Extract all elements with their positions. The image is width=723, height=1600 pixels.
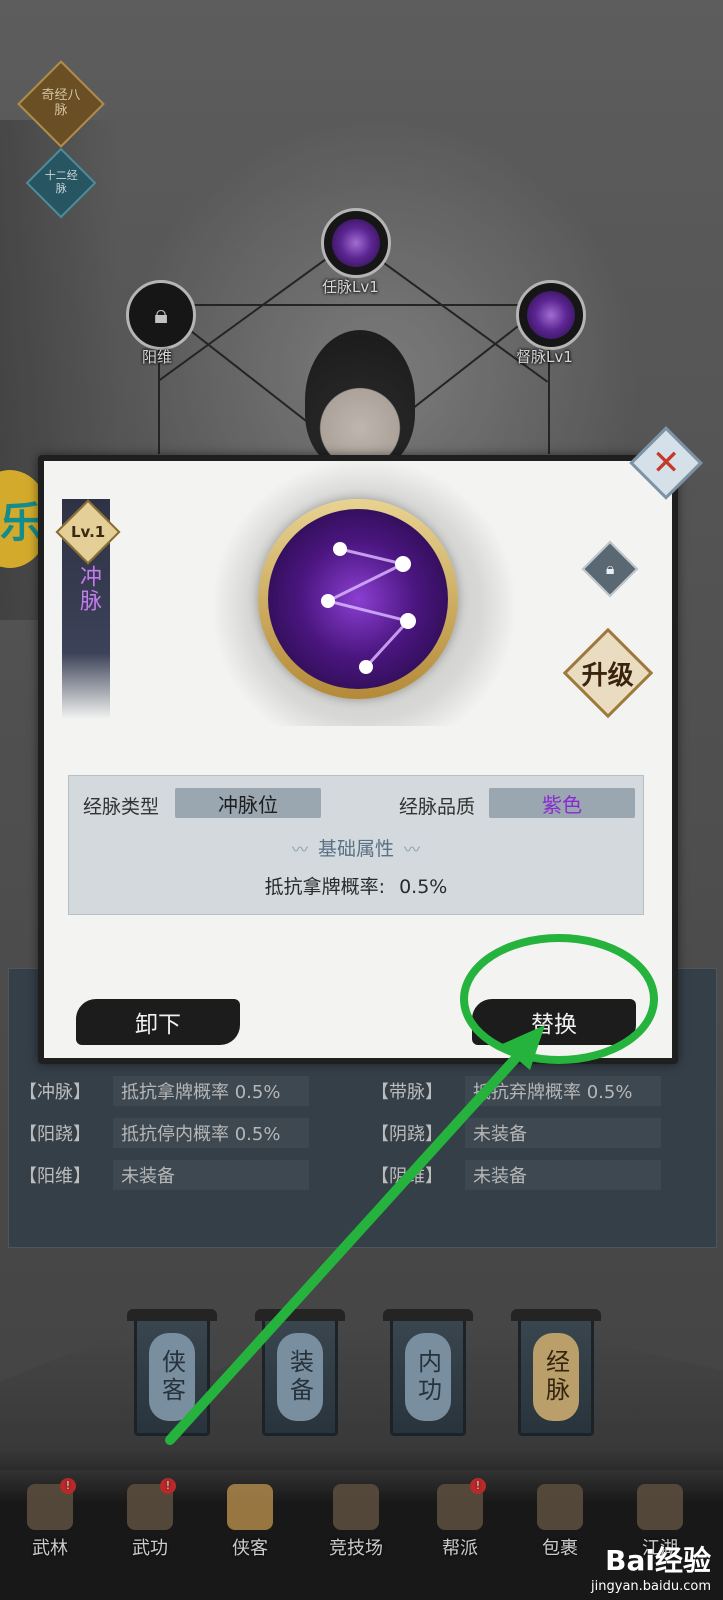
watermark-brand: Bai经验 [605, 1544, 711, 1577]
watermark: Bai经验 jingyan.baidu.com [591, 1539, 711, 1594]
watermark-url: jingyan.baidu.com [591, 1579, 711, 1594]
annotation-arrow-icon [165, 1025, 545, 1445]
